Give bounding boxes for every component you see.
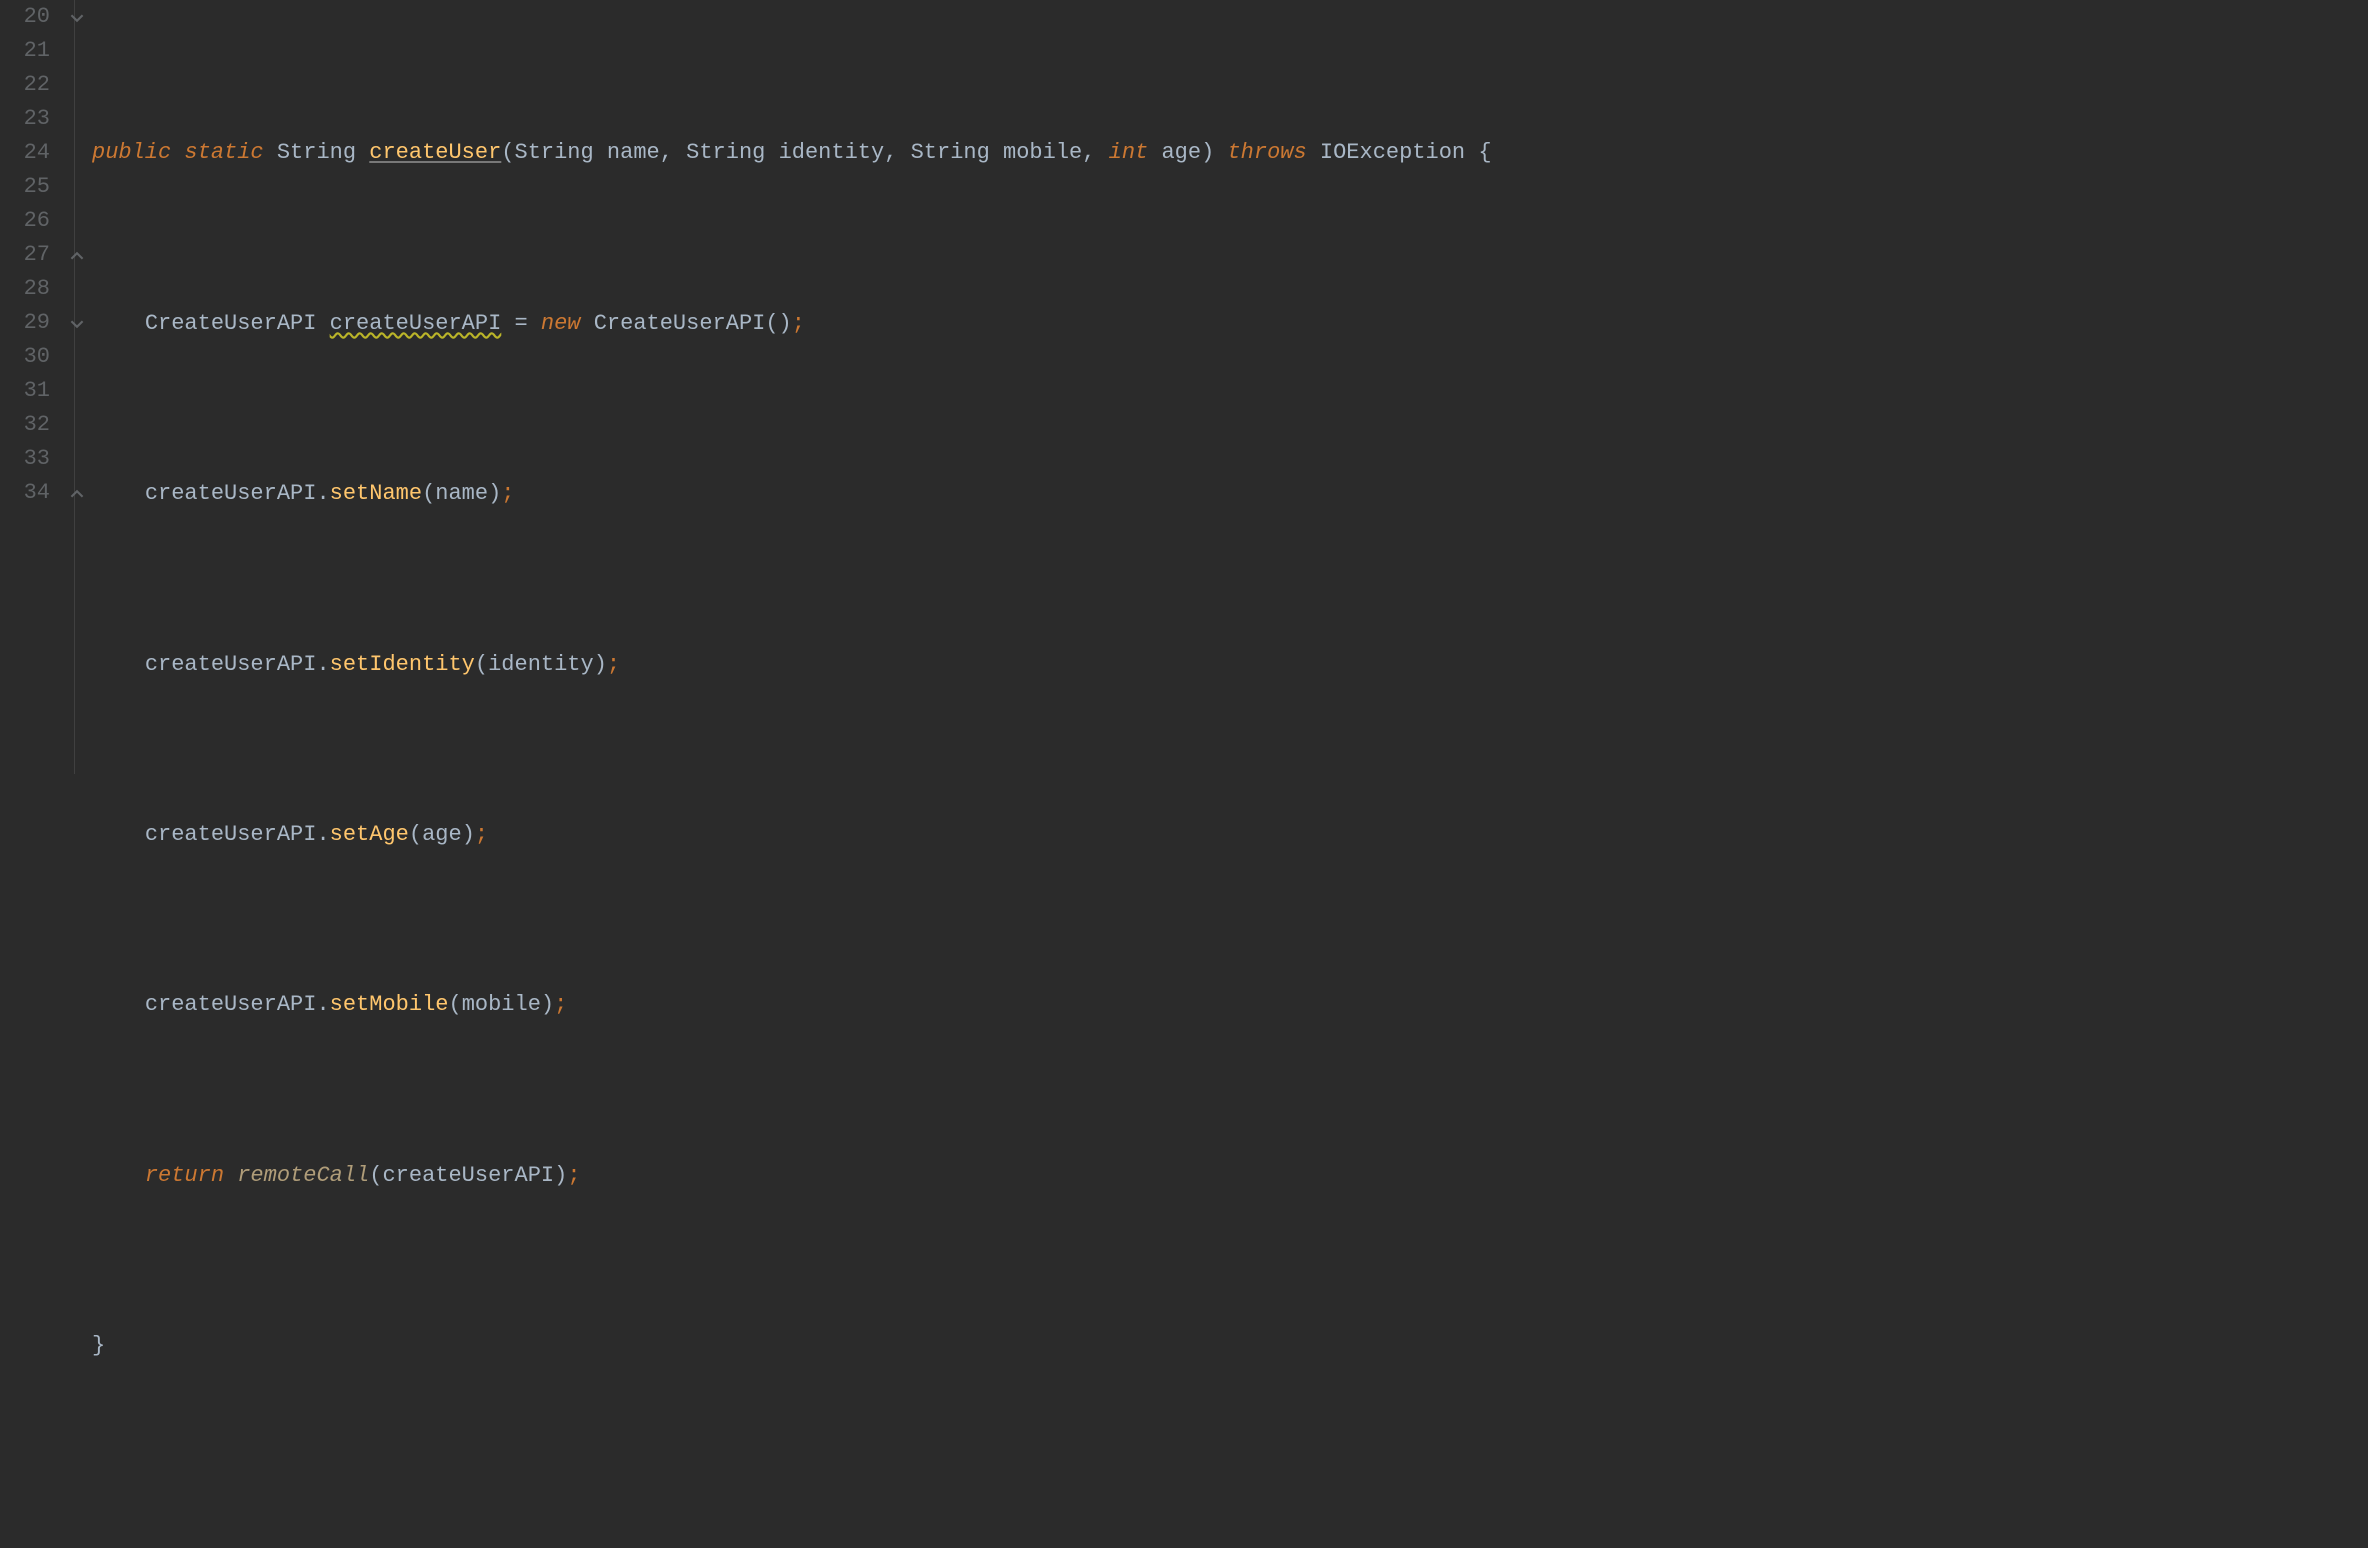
method-call: setMobile (330, 992, 449, 1017)
line-number: 29 (0, 306, 50, 340)
semicolon: ; (792, 311, 805, 336)
line-number: 26 (0, 204, 50, 238)
param-type: String (911, 140, 990, 165)
variable: createUserAPI (145, 822, 317, 847)
line-number: 33 (0, 442, 50, 476)
code-line[interactable] (92, 1499, 2368, 1533)
line-number: 22 (0, 68, 50, 102)
argument: name (435, 481, 488, 506)
dot: . (316, 992, 329, 1017)
dot: . (316, 481, 329, 506)
keyword-new: new (541, 311, 581, 336)
method-call: setName (330, 481, 422, 506)
fold-open-icon[interactable] (70, 11, 84, 25)
paren-close: ) (554, 1163, 567, 1188)
variable: createUserAPI (145, 481, 317, 506)
fold-close-icon[interactable] (70, 487, 84, 501)
semicolon: ; (567, 1163, 580, 1188)
param-type: int (1109, 140, 1149, 165)
line-number: 28 (0, 272, 50, 306)
dot: . (316, 652, 329, 677)
keyword-return: return (145, 1163, 224, 1188)
semicolon: ; (475, 822, 488, 847)
variable: createUserAPI (145, 992, 317, 1017)
argument: identity (488, 652, 594, 677)
line-number: 27 (0, 238, 50, 272)
param-name: mobile (1003, 140, 1082, 165)
parens: () (765, 311, 791, 336)
exception-type: IOException (1320, 140, 1465, 165)
comma: , (884, 140, 897, 165)
brace-close: } (92, 1333, 105, 1358)
paren-close: ) (594, 652, 607, 677)
line-number: 20 (0, 0, 50, 34)
argument: age (422, 822, 462, 847)
fold-close-icon[interactable] (70, 249, 84, 263)
paren-open: ( (369, 1163, 382, 1188)
constructor: CreateUserAPI (594, 311, 766, 336)
code-area[interactable]: public static String createUser(String n… (90, 0, 2368, 774)
code-line[interactable]: createUserAPI.setIdentity(identity); (92, 648, 2368, 682)
semicolon: ; (554, 992, 567, 1017)
code-line[interactable]: createUserAPI.setName(name); (92, 477, 2368, 511)
method-call: remoteCall (237, 1163, 369, 1188)
paren-close: ) (462, 822, 475, 847)
paren-close: ) (488, 481, 501, 506)
param-name: identity (779, 140, 885, 165)
line-number: 31 (0, 374, 50, 408)
comma: , (660, 140, 673, 165)
method-call: setAge (330, 822, 409, 847)
equals: = (515, 311, 528, 336)
param-type: String (515, 140, 594, 165)
brace-open: { (1478, 140, 1491, 165)
paren-close: ) (541, 992, 554, 1017)
line-number: 25 (0, 170, 50, 204)
semicolon: ; (501, 481, 514, 506)
line-number: 21 (0, 34, 50, 68)
line-number: 30 (0, 340, 50, 374)
keyword-public: public (92, 140, 171, 165)
param-name: name (607, 140, 660, 165)
param-type: String (686, 140, 765, 165)
semicolon: ; (607, 652, 620, 677)
paren-open: ( (409, 822, 422, 847)
fold-open-icon[interactable] (70, 317, 84, 331)
method-name: createUser (369, 140, 501, 165)
code-line[interactable]: createUserAPI.setAge(age); (92, 818, 2368, 852)
method-call: setIdentity (330, 652, 475, 677)
line-number: 24 (0, 136, 50, 170)
paren-open: ( (501, 140, 514, 165)
paren-open: ( (448, 992, 461, 1017)
comma: , (1082, 140, 1095, 165)
variable: createUserAPI (330, 311, 502, 336)
dot: . (316, 822, 329, 847)
keyword-throws: throws (1227, 140, 1306, 165)
code-line[interactable]: } (92, 1329, 2368, 1363)
line-number: 32 (0, 408, 50, 442)
code-line[interactable]: public static String createUser(String n… (92, 136, 2368, 170)
argument: mobile (462, 992, 541, 1017)
code-line[interactable]: return remoteCall(createUserAPI); (92, 1159, 2368, 1193)
code-line[interactable]: CreateUserAPI createUserAPI = new Create… (92, 307, 2368, 341)
code-editor[interactable]: 20 21 22 23 24 25 26 27 28 29 30 31 32 3… (0, 0, 2368, 774)
line-number: 34 (0, 476, 50, 510)
type: String (277, 140, 356, 165)
keyword-static: static (184, 140, 263, 165)
line-number: 23 (0, 102, 50, 136)
argument: createUserAPI (382, 1163, 554, 1188)
param-name: age (1161, 140, 1201, 165)
code-line[interactable]: createUserAPI.setMobile(mobile); (92, 988, 2368, 1022)
paren-open: ( (475, 652, 488, 677)
paren-close: ) (1201, 140, 1214, 165)
variable: createUserAPI (145, 652, 317, 677)
fold-gutter (70, 0, 90, 774)
paren-open: ( (422, 481, 435, 506)
type: CreateUserAPI (145, 311, 317, 336)
line-number-gutter: 20 21 22 23 24 25 26 27 28 29 30 31 32 3… (0, 0, 70, 774)
